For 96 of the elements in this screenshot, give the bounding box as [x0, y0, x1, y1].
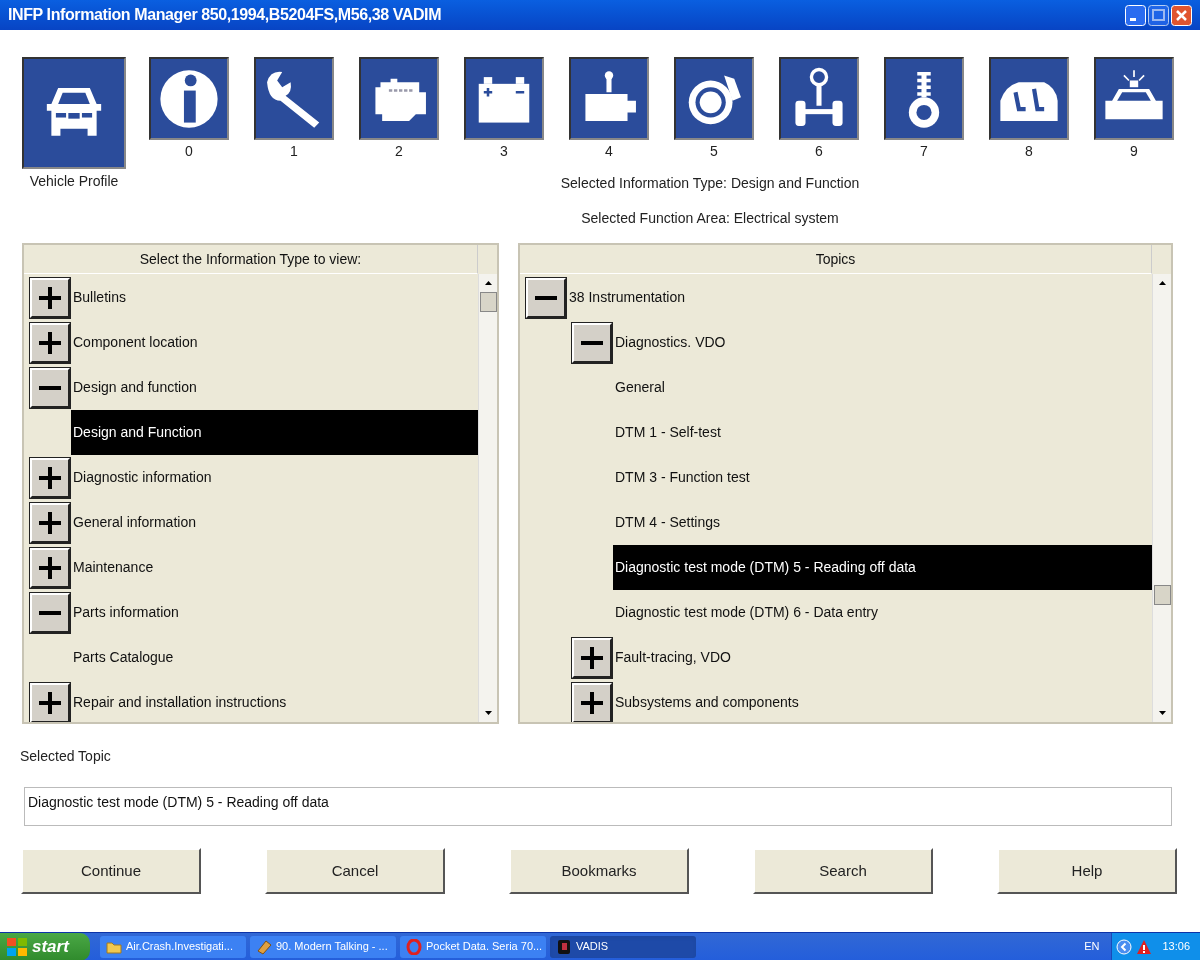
plus-icon — [581, 646, 603, 669]
window-title: INFP Information Manager 850,1994,B5204FS,M56,38 VADIM — [8, 5, 442, 25]
minus-icon — [581, 340, 603, 345]
taskbar-button[interactable]: 90. Modern Talking - ... — [250, 935, 396, 958]
function-group-button[interactable] — [674, 57, 754, 140]
tree-item[interactable]: DTM 3 - Function test — [613, 455, 1152, 500]
tree-item[interactable]: Parts information — [73, 590, 478, 635]
function-group-button[interactable] — [254, 57, 334, 140]
close-icon[interactable] — [1171, 4, 1192, 26]
selected-topic-label: Selected Topic — [20, 747, 111, 766]
function-group-number: 7 — [920, 142, 928, 161]
minus-icon — [39, 610, 61, 615]
collapse-button[interactable] — [30, 592, 70, 633]
function-group-button[interactable] — [989, 57, 1069, 140]
collapse-button[interactable] — [572, 322, 612, 363]
tree-item[interactable]: Diagnostic information — [73, 455, 478, 500]
taskbar-button[interactable]: Pocket Data. Seria 70... — [400, 935, 546, 958]
expand-button[interactable] — [30, 322, 70, 363]
expand-button[interactable] — [30, 502, 70, 543]
tree-item[interactable]: Fault-tracing, VDO — [615, 635, 1152, 680]
function-group-button[interactable] — [464, 57, 544, 140]
function-group-number: 5 — [710, 142, 718, 161]
collapse-button[interactable] — [526, 277, 566, 318]
windows-logo-icon — [6, 936, 28, 957]
dialog-button[interactable]: Help — [997, 848, 1177, 894]
plus-icon — [39, 511, 61, 534]
function-group-number: 9 — [1130, 142, 1138, 161]
collapse-button[interactable] — [30, 367, 70, 408]
dialog-button[interactable]: Search — [753, 848, 933, 894]
expand-button[interactable] — [572, 682, 612, 722]
taskbar-button[interactable]: Air.Crash.Investigati... — [100, 935, 246, 958]
taskbar-button[interactable]: VADIS — [550, 935, 696, 958]
tree-item[interactable]: Repair and installation instructions — [73, 680, 478, 722]
maximize-icon[interactable] — [1148, 4, 1169, 26]
tree-item[interactable]: Diagnostic test mode (DTM) 5 - Reading off data — [613, 545, 1152, 590]
selected-function-area: Selected Function Area: Electrical system — [581, 208, 839, 229]
function-group-button[interactable] — [149, 57, 229, 140]
expand-button[interactable] — [30, 277, 70, 318]
tree-item[interactable]: Component location — [73, 320, 478, 365]
vehicle-profile-label: Vehicle Profile — [29, 172, 119, 191]
function-group-number: 4 — [605, 142, 613, 161]
tree-item[interactable]: General — [613, 365, 1152, 410]
function-group-number: 1 — [290, 142, 298, 161]
start-button[interactable]: start — [0, 932, 90, 960]
selected-information-type: Selected Information Type: Design and Function — [560, 174, 860, 193]
plus-icon — [39, 466, 61, 489]
tree-item[interactable]: Design and Function — [71, 410, 478, 455]
function-group-button[interactable] — [359, 57, 439, 140]
tree-item[interactable]: Diagnostics. VDO — [615, 320, 1152, 365]
scrollbar[interactable] — [478, 274, 497, 722]
tree-item[interactable]: Design and function — [73, 365, 478, 410]
minimize-icon[interactable] — [1125, 4, 1146, 26]
column-header: Select the Information Type to view: — [24, 245, 478, 274]
minus-icon — [535, 295, 557, 300]
plus-icon — [39, 331, 61, 354]
plus-icon — [39, 691, 61, 714]
function-group-button[interactable] — [22, 57, 126, 169]
dialog-button[interactable]: Continue — [21, 848, 201, 894]
tree-item[interactable]: DTM 1 - Self-test — [613, 410, 1152, 455]
plus-icon — [581, 691, 603, 714]
expand-button[interactable] — [572, 637, 612, 678]
dialog-button[interactable]: Bookmarks — [509, 848, 689, 894]
tree-item[interactable]: General information — [73, 500, 478, 545]
scroll-thumb[interactable] — [1154, 585, 1171, 605]
function-group-number: 0 — [185, 142, 193, 161]
tree-item[interactable]: DTM 4 - Settings — [613, 500, 1152, 545]
scroll-thumb[interactable] — [480, 292, 497, 312]
function-group-button[interactable] — [884, 57, 964, 140]
tree-item[interactable]: Maintenance — [73, 545, 478, 590]
function-group-number: 2 — [395, 142, 403, 161]
expand-button[interactable] — [30, 457, 70, 498]
tree-item[interactable]: Subsystems and components — [615, 680, 1152, 722]
expand-button[interactable] — [30, 682, 70, 722]
function-group-number: 6 — [815, 142, 823, 161]
chevron-left-icon[interactable] — [1116, 938, 1133, 955]
plus-icon — [39, 286, 61, 309]
minus-icon — [39, 385, 61, 390]
tree-item[interactable]: Parts Catalogue — [71, 635, 478, 680]
tree-item[interactable]: Bulletins — [73, 275, 478, 320]
function-group-button[interactable] — [779, 57, 859, 140]
warning-icon[interactable] — [1136, 938, 1153, 955]
plus-icon — [39, 556, 61, 579]
tree-item[interactable]: Diagnostic test mode (DTM) 6 - Data entry — [613, 590, 1152, 635]
function-group-number: 8 — [1025, 142, 1033, 161]
expand-button[interactable] — [30, 547, 70, 588]
app-icon — [556, 938, 572, 955]
dialog-button[interactable]: Cancel — [265, 848, 445, 894]
clock: 13:06 — [1162, 939, 1190, 955]
tree-item[interactable]: 38 Instrumentation — [569, 275, 1152, 320]
function-group-button[interactable] — [569, 57, 649, 140]
language-indicator[interactable]: EN — [1084, 938, 1100, 955]
column-header: Topics — [520, 245, 1152, 274]
function-group-button[interactable] — [1094, 57, 1174, 140]
selected-topic-field[interactable]: Diagnostic test mode (DTM) 5 - Reading off data — [24, 787, 1172, 826]
scrollbar[interactable] — [1152, 274, 1171, 722]
function-group-number: 3 — [500, 142, 508, 161]
